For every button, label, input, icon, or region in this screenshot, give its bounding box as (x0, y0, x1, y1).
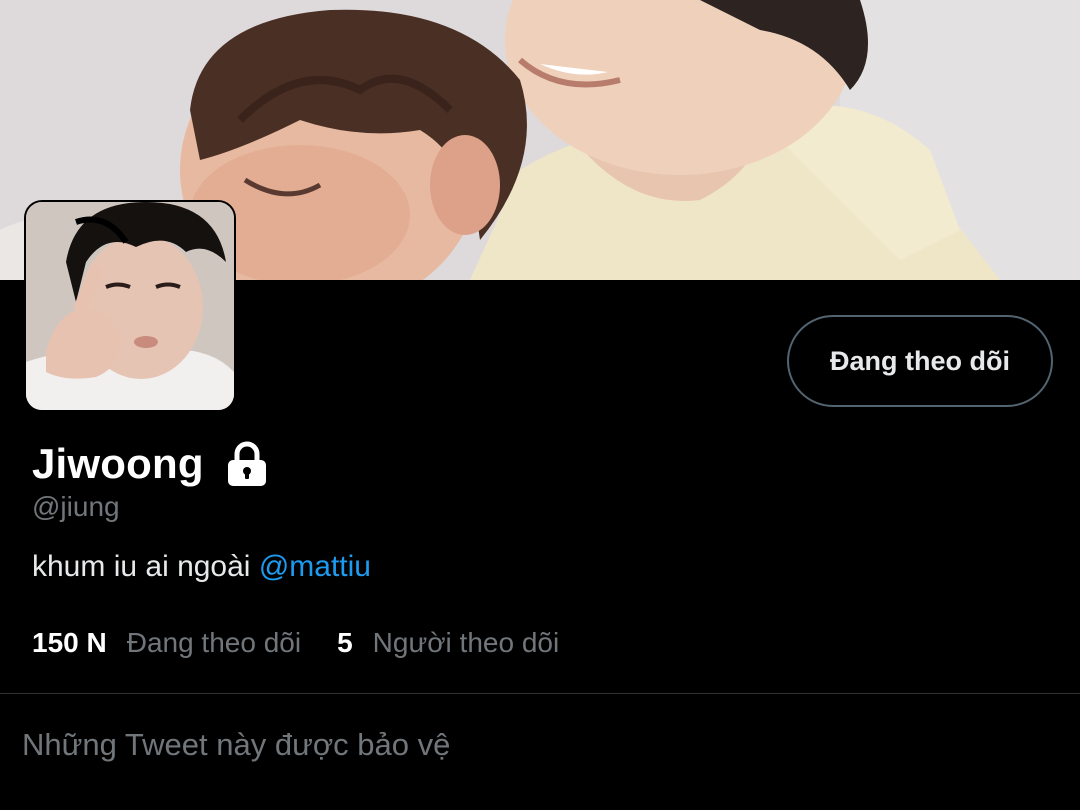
followers-label: Người theo dõi (372, 627, 560, 658)
display-name: Jiwoong (32, 440, 204, 487)
profile-avatar[interactable] (24, 200, 236, 412)
followers-stat[interactable]: 5 Người theo dõi (337, 627, 559, 659)
protected-tweets-message: Những Tweet này được bảo vệ (22, 727, 451, 762)
section-divider (0, 693, 1080, 694)
bio-mention-link[interactable]: @mattiu (259, 550, 371, 583)
following-button[interactable]: Đang theo dõi (787, 315, 1053, 407)
lock-icon (226, 440, 268, 488)
followers-count: 5 (337, 627, 353, 658)
profile-name-row: Jiwoong (32, 436, 268, 492)
following-label: Đang theo dõi (126, 627, 302, 658)
profile-handle: @jiung (32, 491, 120, 522)
bio-text: khum iu ai ngoài (32, 550, 259, 583)
following-stat[interactable]: 150 N Đang theo dõi (32, 627, 301, 659)
profile-stats: 150 N Đang theo dõi 5 Người theo dõi (32, 627, 559, 659)
profile-bio: khum iu ai ngoài @mattiu (32, 550, 371, 584)
following-count: 150 N (32, 627, 107, 658)
